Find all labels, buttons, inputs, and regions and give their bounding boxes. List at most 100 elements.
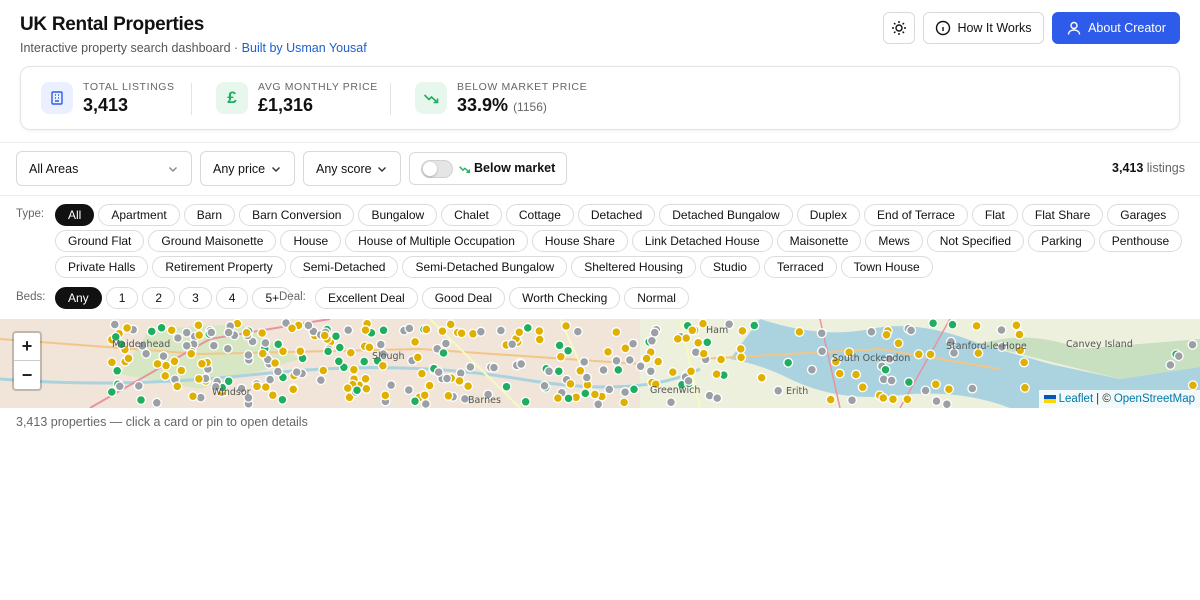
- property-pin[interactable]: [604, 384, 615, 395]
- property-pin[interactable]: [1019, 357, 1030, 368]
- property-pin[interactable]: [441, 373, 453, 384]
- property-pin[interactable]: [106, 357, 117, 368]
- property-pin[interactable]: [222, 343, 233, 354]
- property-pin[interactable]: [825, 394, 836, 405]
- property-pin[interactable]: [488, 362, 500, 373]
- property-pin[interactable]: [572, 326, 583, 337]
- property-pin[interactable]: [166, 325, 177, 336]
- type-chip[interactable]: House: [280, 230, 342, 252]
- property-pin[interactable]: [1011, 320, 1022, 331]
- property-pin[interactable]: [404, 323, 415, 334]
- property-pin[interactable]: [886, 375, 897, 386]
- property-pin[interactable]: [122, 322, 133, 334]
- property-pin[interactable]: [257, 348, 268, 359]
- property-pin[interactable]: [1019, 382, 1030, 393]
- deal-chip[interactable]: Excellent Deal: [315, 287, 418, 309]
- property-pin[interactable]: [412, 352, 423, 363]
- property-pin[interactable]: [330, 331, 342, 342]
- property-pin[interactable]: [152, 358, 163, 369]
- property-pin[interactable]: [683, 375, 694, 386]
- property-pin[interactable]: [501, 381, 512, 392]
- property-pin[interactable]: [925, 349, 936, 360]
- property-pin[interactable]: [635, 361, 646, 372]
- property-pin[interactable]: [887, 394, 899, 405]
- property-pin[interactable]: [106, 386, 117, 398]
- property-pin[interactable]: [440, 338, 451, 349]
- property-pin[interactable]: [641, 353, 652, 364]
- below-market-toggle[interactable]: [421, 160, 453, 178]
- property-pin[interactable]: [1187, 339, 1198, 350]
- type-chip[interactable]: Link Detached House: [631, 230, 773, 252]
- property-pin[interactable]: [552, 393, 563, 404]
- property-pin[interactable]: [902, 394, 913, 405]
- property-pin[interactable]: [893, 338, 904, 349]
- property-pin[interactable]: [850, 369, 862, 380]
- property-pin[interactable]: [716, 354, 727, 365]
- type-chip[interactable]: Flat: [971, 204, 1018, 226]
- property-pin[interactable]: [593, 399, 604, 408]
- property-pin[interactable]: [773, 385, 784, 396]
- beds-chip[interactable]: 2: [142, 287, 176, 309]
- creator-link[interactable]: Built by Usman Yousaf: [242, 41, 367, 55]
- property-pin[interactable]: [351, 385, 363, 396]
- property-pin[interactable]: [112, 365, 123, 376]
- property-pin[interactable]: [161, 360, 172, 371]
- property-pin[interactable]: [516, 358, 527, 370]
- type-chip[interactable]: Ground Maisonette: [148, 230, 277, 252]
- property-pin[interactable]: [816, 328, 827, 339]
- type-chip[interactable]: Chalet: [441, 204, 502, 226]
- property-pin[interactable]: [420, 398, 431, 408]
- property-pin[interactable]: [181, 340, 192, 351]
- property-pin[interactable]: [123, 353, 134, 364]
- property-pin[interactable]: [437, 326, 448, 337]
- property-pin[interactable]: [611, 355, 622, 366]
- property-pin[interactable]: [685, 366, 697, 377]
- property-pin[interactable]: [543, 366, 555, 377]
- beds-chip[interactable]: 4: [215, 287, 249, 309]
- property-pin[interactable]: [378, 325, 389, 336]
- property-pin[interactable]: [443, 390, 454, 401]
- property-pin[interactable]: [756, 372, 767, 383]
- property-pin[interactable]: [553, 366, 564, 377]
- property-pin[interactable]: [172, 381, 183, 392]
- property-pin[interactable]: [146, 326, 157, 337]
- property-pin[interactable]: [563, 393, 574, 404]
- deal-chip[interactable]: Worth Checking: [509, 287, 621, 309]
- property-pin[interactable]: [186, 348, 197, 359]
- property-pin[interactable]: [187, 391, 198, 402]
- property-pin[interactable]: [315, 375, 326, 386]
- property-pin[interactable]: [698, 348, 709, 359]
- osm-link[interactable]: OpenStreetMap: [1114, 393, 1195, 405]
- property-pin[interactable]: [410, 336, 421, 347]
- property-pin[interactable]: [806, 364, 817, 375]
- property-pin[interactable]: [270, 357, 281, 369]
- type-chip[interactable]: House Share: [531, 230, 628, 252]
- type-chip[interactable]: Ground Flat: [55, 230, 145, 252]
- property-pin[interactable]: [611, 327, 622, 338]
- area-select[interactable]: All Areas: [16, 151, 192, 186]
- property-pin[interactable]: [712, 393, 723, 404]
- property-pin[interactable]: [194, 330, 205, 341]
- property-pin[interactable]: [880, 364, 891, 375]
- property-pin[interactable]: [169, 356, 180, 367]
- property-pin[interactable]: [360, 325, 371, 336]
- property-pin[interactable]: [409, 396, 421, 407]
- property-pin[interactable]: [749, 320, 760, 331]
- type-chip[interactable]: Parking: [1028, 230, 1095, 252]
- property-pin[interactable]: [534, 325, 545, 337]
- type-chip[interactable]: House of Multiple Occupation: [345, 230, 528, 252]
- property-pin[interactable]: [348, 364, 359, 375]
- leaflet-link[interactable]: Leaflet: [1059, 393, 1094, 405]
- property-pin[interactable]: [943, 384, 954, 395]
- type-chip[interactable]: Studio: [699, 256, 760, 278]
- beds-chip[interactable]: 1: [105, 287, 139, 309]
- property-pin[interactable]: [711, 369, 722, 380]
- property-pin[interactable]: [109, 319, 120, 330]
- property-pin[interactable]: [375, 339, 386, 350]
- deal-chip[interactable]: Normal: [624, 287, 689, 309]
- property-pin[interactable]: [794, 326, 805, 337]
- property-pin[interactable]: [438, 347, 449, 359]
- beds-chip[interactable]: 3: [179, 287, 212, 309]
- property-pin[interactable]: [653, 356, 664, 367]
- property-pin[interactable]: [580, 388, 591, 399]
